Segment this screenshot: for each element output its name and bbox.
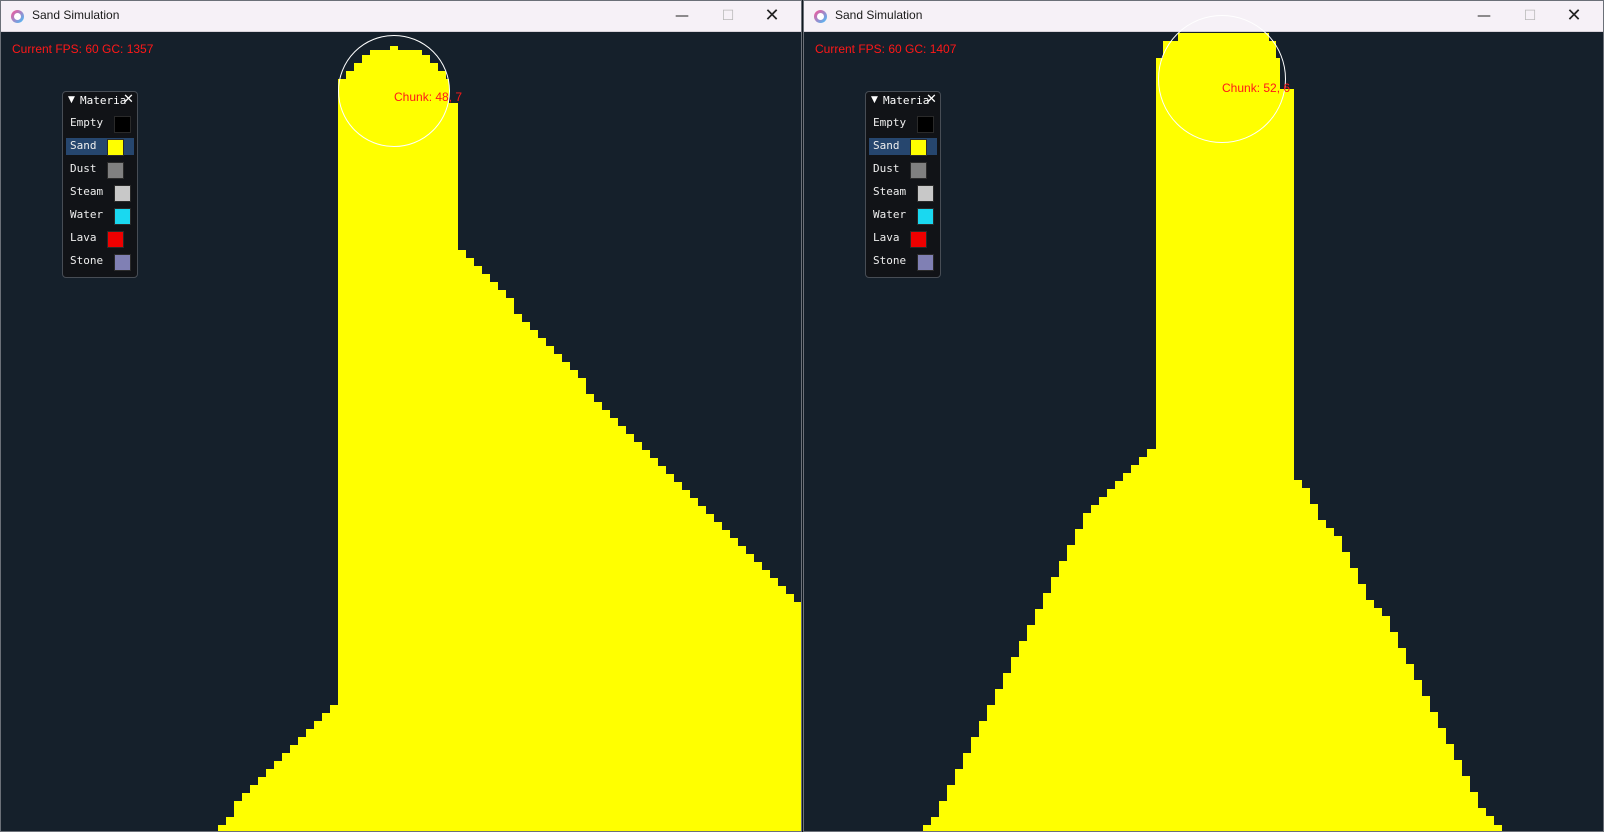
close-button[interactable]: ✕ [750, 1, 794, 31]
app-icon [11, 10, 24, 23]
sand-pile-shape [923, 33, 1502, 831]
material-item-water[interactable]: Water [66, 207, 134, 225]
material-label: Dust [873, 162, 900, 175]
close-icon[interactable]: ✕ [123, 92, 134, 107]
material-swatch[interactable] [107, 139, 124, 156]
minimize-button[interactable]: — [660, 1, 704, 31]
maximize-button[interactable]: ☐ [706, 1, 750, 31]
materials-panel-title: Materials [80, 94, 126, 107]
material-swatch[interactable] [114, 208, 131, 225]
fps-counter: Current FPS: 60 GC: 1357 [12, 42, 154, 56]
material-item-empty[interactable]: Empty [66, 115, 134, 133]
material-swatch[interactable] [114, 254, 131, 271]
close-button[interactable]: ✕ [1552, 1, 1596, 31]
minimize-button[interactable]: — [1462, 1, 1506, 31]
materials-panel: ▼ Materials ✕ Empty Sand Dust Steam Wa [62, 91, 138, 278]
chunk-label: Chunk: 48, 7 [394, 90, 463, 104]
material-swatch[interactable] [917, 185, 934, 202]
maximize-button[interactable]: ☐ [1508, 1, 1552, 31]
close-icon[interactable]: ✕ [926, 92, 937, 107]
material-label: Water [70, 208, 104, 221]
material-item-lava[interactable]: Lava [869, 230, 937, 248]
app-icon [814, 10, 827, 23]
simulation-canvas[interactable]: Current FPS: 60 GC: 1357 Chunk: 48, 7 ▼ … [1, 32, 801, 831]
material-swatch[interactable] [910, 139, 927, 156]
material-swatch[interactable] [910, 162, 927, 179]
material-swatch[interactable] [917, 116, 934, 133]
sand-pile-shape [218, 46, 801, 831]
material-item-water[interactable]: Water [869, 207, 937, 225]
sim-window-left: Sand Simulation — ☐ ✕ Current FPS: 60 GC… [0, 0, 802, 832]
simulation-canvas[interactable]: Current FPS: 60 GC: 1407 Chunk: 52, 6 ▼ … [804, 15, 1603, 831]
material-item-sand[interactable]: Sand [869, 138, 937, 156]
material-item-lava[interactable]: Lava [66, 230, 134, 248]
material-label: Empty [70, 116, 104, 129]
material-label: Lava [873, 231, 900, 244]
material-item-stone[interactable]: Stone [66, 253, 134, 271]
material-swatch[interactable] [917, 208, 934, 225]
material-swatch[interactable] [107, 162, 124, 179]
material-label: Stone [70, 254, 104, 267]
materials-panel-header[interactable]: ▼ Materials ✕ [63, 92, 137, 110]
material-item-steam[interactable]: Steam [66, 184, 134, 202]
material-swatch[interactable] [114, 116, 131, 133]
sim-window-right: Sand Simulation — ☐ ✕ Current FPS: 60 GC… [803, 0, 1604, 832]
material-label: Sand [873, 139, 900, 152]
material-item-empty[interactable]: Empty [869, 115, 937, 133]
material-label: Lava [70, 231, 97, 244]
materials-panel-title: Materials [883, 94, 929, 107]
material-item-dust[interactable]: Dust [66, 161, 134, 179]
material-swatch[interactable] [114, 185, 131, 202]
material-item-stone[interactable]: Stone [869, 253, 937, 271]
fps-counter: Current FPS: 60 GC: 1407 [815, 42, 957, 56]
collapse-icon[interactable]: ▼ [871, 95, 878, 105]
material-item-dust[interactable]: Dust [869, 161, 937, 179]
brush-cursor-circle [1158, 15, 1286, 143]
material-item-steam[interactable]: Steam [869, 184, 937, 202]
material-label: Stone [873, 254, 907, 267]
material-label: Sand [70, 139, 97, 152]
collapse-icon[interactable]: ▼ [68, 95, 75, 105]
material-swatch[interactable] [917, 254, 934, 271]
material-label: Empty [873, 116, 907, 129]
material-label: Water [873, 208, 907, 221]
material-label: Steam [873, 185, 907, 198]
window-title: Sand Simulation [835, 8, 923, 22]
material-label: Dust [70, 162, 97, 175]
title-bar[interactable]: Sand Simulation — ☐ ✕ [1, 1, 801, 32]
window-title: Sand Simulation [32, 8, 120, 22]
materials-panel: ▼ Materials ✕ Empty Sand Dust Steam Wa [865, 91, 941, 278]
material-swatch[interactable] [107, 231, 124, 248]
material-item-sand[interactable]: Sand [66, 138, 134, 156]
material-swatch[interactable] [910, 231, 927, 248]
material-label: Steam [70, 185, 104, 198]
materials-panel-header[interactable]: ▼ Materials ✕ [866, 92, 940, 110]
chunk-label: Chunk: 52, 6 [1222, 81, 1291, 95]
